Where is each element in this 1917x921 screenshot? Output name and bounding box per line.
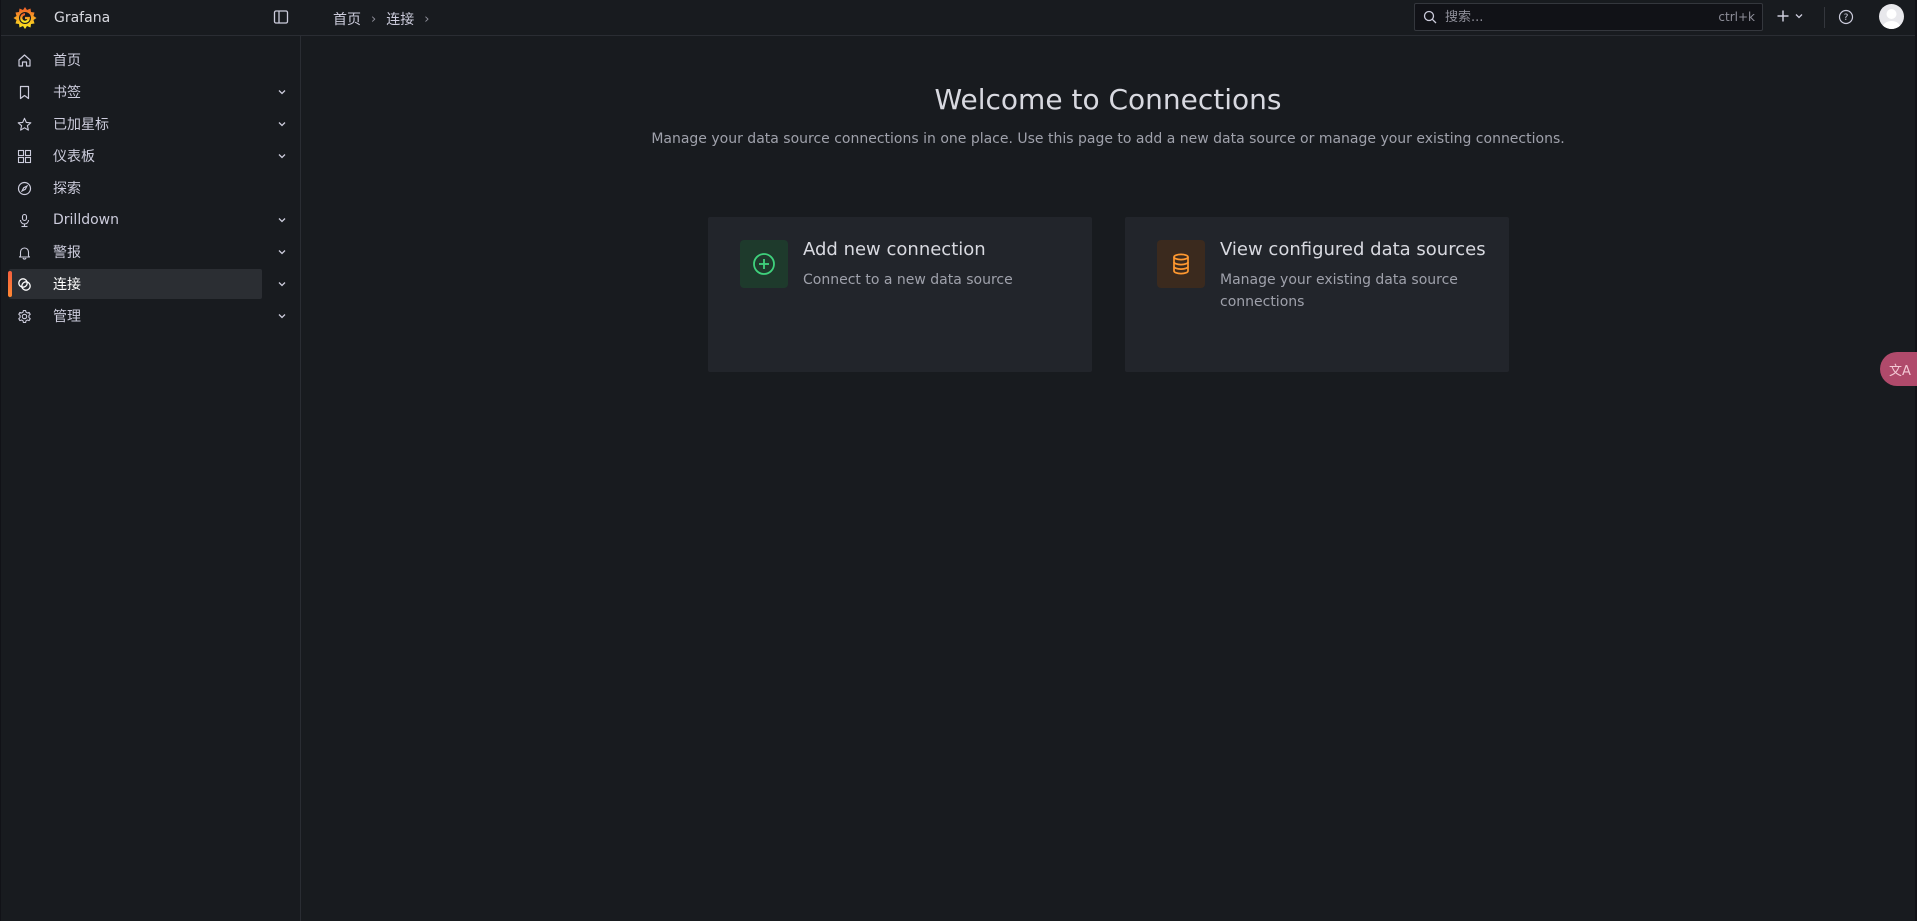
svg-text:?: ? <box>1844 13 1849 23</box>
chevron-down-icon <box>1795 14 1803 19</box>
plus-icon <box>1777 10 1789 22</box>
sidebar-item-label: 仪表板 <box>53 149 95 165</box>
sidebar-item-label: 探索 <box>53 181 81 197</box>
sidebar-item-label: 首页 <box>53 53 81 69</box>
view-data-sources-card[interactable]: View configured data sources Manage your… <box>1125 217 1509 372</box>
add-new-connection-card[interactable]: Add new connection Connect to a new data… <box>708 217 1092 372</box>
sidebar-item-label: 书签 <box>53 85 81 101</box>
chevron-down-icon[interactable] <box>276 214 288 226</box>
card-icon-tile <box>1157 240 1205 288</box>
card-title: Add new connection <box>803 239 986 260</box>
search-shortcut: ctrl+k <box>1718 10 1755 24</box>
breadcrumb: 首页 › 连接 › <box>333 9 439 29</box>
sidebar-item-starred[interactable]: 已加星标 <box>9 109 262 139</box>
toolbar-divider <box>1824 7 1825 28</box>
sidebar-item-alerting[interactable]: 警报 <box>9 237 262 267</box>
compass-icon <box>17 181 32 196</box>
grafana-logo-icon <box>13 7 37 29</box>
chevron-down-icon[interactable] <box>276 246 288 258</box>
page-subtitle: Manage your data source connections in o… <box>651 131 1565 147</box>
sidebar-item-administration[interactable]: 管理 <box>9 301 262 331</box>
search-icon <box>1423 10 1437 24</box>
card-description: Connect to a new data source <box>803 272 1013 288</box>
translate-icon: 文A <box>1889 363 1911 379</box>
chevron-down-icon[interactable] <box>276 86 288 98</box>
grafana-app: Grafana 首页 › 连接 › ctrl+k <box>1 0 1915 921</box>
user-avatar[interactable] <box>1879 4 1904 29</box>
sidebar-item-home[interactable]: 首页 <box>9 45 262 75</box>
sidebar-item-connections[interactable]: 连接 <box>8 269 262 299</box>
home-link[interactable]: Grafana <box>12 5 110 31</box>
breadcrumb-separator-icon: › <box>424 11 430 27</box>
chevron-down-icon[interactable] <box>276 150 288 162</box>
translate-button[interactable]: 文A <box>1880 352 1917 386</box>
drilldown-icon <box>19 213 30 228</box>
new-button[interactable] <box>1776 9 1804 23</box>
sidebar-item-explore[interactable]: 探索 <box>9 173 262 203</box>
sidebar-item-label: 管理 <box>53 309 81 325</box>
card-description: Manage your existing data source connect… <box>1220 272 1458 310</box>
main-content: Welcome to Connections Manage your data … <box>301 36 1915 921</box>
plus-circle-icon <box>753 253 775 275</box>
page-title: Welcome to Connections <box>934 83 1282 116</box>
dock-menu-icon[interactable] <box>273 9 289 25</box>
breadcrumb-home[interactable]: 首页 <box>333 9 361 29</box>
breadcrumb-connections[interactable]: 连接 <box>386 9 414 29</box>
breadcrumb-separator-icon: › <box>371 11 377 27</box>
sidebar-item-label: 连接 <box>53 277 81 293</box>
user-icon <box>1882 9 1901 29</box>
star-icon <box>17 117 32 131</box>
chevron-down-icon[interactable] <box>276 310 288 322</box>
app-name: Grafana <box>54 10 111 26</box>
chevron-down-icon[interactable] <box>276 118 288 130</box>
top-bar: Grafana 首页 › 连接 › ctrl+k <box>1 0 1915 36</box>
sidebar-item-label: Drilldown <box>53 212 119 228</box>
help-icon[interactable]: ? <box>1838 9 1854 25</box>
chevron-down-icon[interactable] <box>276 278 288 290</box>
cog-icon <box>18 309 31 324</box>
sidebar-item-bookmarks[interactable]: 书签 <box>9 77 262 107</box>
search-input[interactable] <box>1443 8 1719 26</box>
sidebar-item-dashboards[interactable]: 仪表板 <box>9 141 262 171</box>
sidebar-item-label: 已加星标 <box>53 117 109 133</box>
sidebar-nav: 首页 书签 已加星标 仪表板 探索 Drilldown 警报 连接 管理 <box>1 36 301 921</box>
bookmark-icon <box>19 85 30 100</box>
card-icon-tile <box>740 240 788 288</box>
search-bar[interactable]: ctrl+k <box>1414 3 1763 31</box>
card-title: View configured data sources <box>1220 239 1486 260</box>
home-icon <box>18 54 31 67</box>
bell-icon <box>18 247 31 260</box>
connections-icon <box>18 278 31 291</box>
database-icon <box>1173 253 1189 275</box>
sidebar-item-drilldown[interactable]: Drilldown <box>9 205 262 235</box>
sidebar-item-label: 警报 <box>53 245 81 261</box>
apps-icon <box>17 149 32 164</box>
